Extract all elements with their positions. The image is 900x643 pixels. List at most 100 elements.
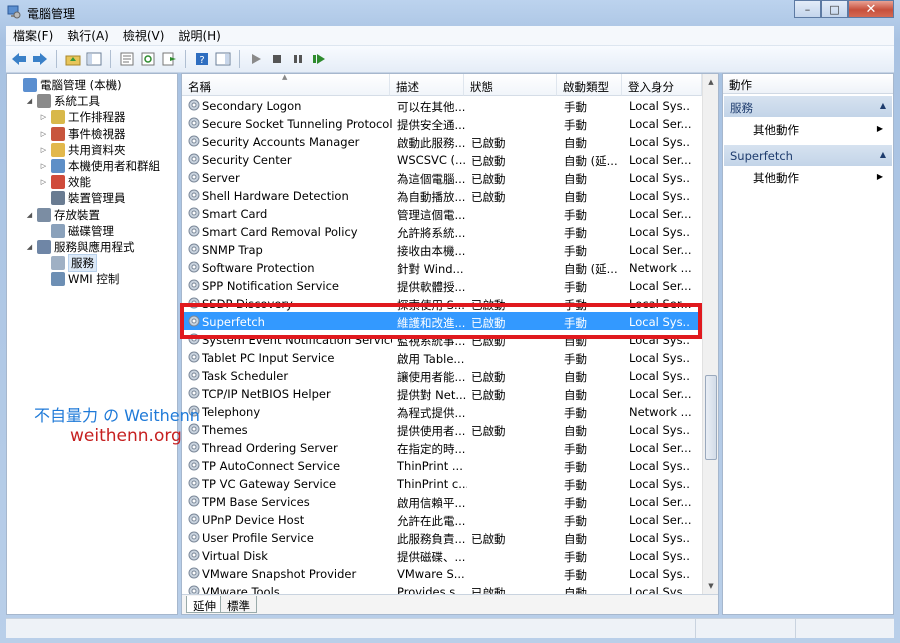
expand-arrow-icon[interactable]: ▷: [39, 178, 48, 186]
title-bar[interactable]: 電腦管理 – □ ✕: [0, 0, 900, 24]
menu-action[interactable]: 執行(A): [60, 27, 116, 44]
service-row[interactable]: Virtual Disk 提供磁碟、... 手動 Local Sys...: [182, 546, 702, 564]
show-hide-console-tree-icon[interactable]: [85, 50, 103, 68]
collapse-arrow-icon[interactable]: ◢: [25, 211, 34, 219]
services-apps-icon: [37, 240, 51, 254]
service-description: 接收由本機...: [397, 244, 466, 258]
service-row[interactable]: SNMP Trap 接收由本機... 手動 Local Ser...: [182, 240, 702, 258]
scroll-up-arrow-icon[interactable]: ▲: [703, 74, 718, 90]
collapse-arrow-icon[interactable]: ▲: [880, 101, 886, 110]
service-name: User Profile Service: [202, 531, 314, 545]
show-hide-action-pane-icon[interactable]: [214, 50, 232, 68]
menu-help[interactable]: 說明(H): [171, 27, 227, 44]
collapse-arrow-icon[interactable]: ◢: [25, 97, 34, 105]
stop-service-icon[interactable]: [268, 50, 286, 68]
expand-arrow-icon[interactable]: ▷: [39, 146, 48, 154]
tree-item[interactable]: WMI 控制: [39, 271, 119, 287]
column-header-name[interactable]: 名稱 ▲: [182, 74, 390, 96]
service-description: 在指定的時...: [397, 442, 466, 456]
service-row[interactable]: Telephony 為程式提供... 手動 Network ...: [182, 402, 702, 420]
service-row[interactable]: Security Accounts Manager 啟動此服務... 已啟動 自動 Lo…: [182, 132, 702, 150]
service-name: SPP Notification Service: [202, 279, 339, 293]
restart-service-icon[interactable]: [310, 50, 328, 68]
tree-item[interactable]: ◢ 存放裝置: [25, 207, 100, 223]
maximize-button[interactable]: □: [821, 0, 848, 18]
tree-item[interactable]: 裝置管理員: [39, 190, 126, 206]
service-row[interactable]: Smart Card Removal Policy 允許將系統... 手動 Local…: [182, 222, 702, 240]
tree-item[interactable]: 服務: [39, 254, 97, 273]
scroll-down-arrow-icon[interactable]: ▼: [703, 578, 718, 594]
refresh-icon[interactable]: [139, 50, 157, 68]
column-header-status[interactable]: 狀態: [464, 74, 557, 96]
service-log-on-as: Local Ser...: [629, 297, 691, 311]
service-row[interactable]: Task Scheduler 讓使用者能... 已啟動 自動 Local Sys...: [182, 366, 702, 384]
service-startup-type: 手動: [564, 514, 587, 528]
forward-arrow-icon[interactable]: [31, 50, 49, 68]
actions-section-services[interactable]: 服務 ▲: [724, 96, 892, 117]
menu-view[interactable]: 檢視(V): [116, 27, 172, 44]
more-actions-superfetch[interactable]: 其他動作: [753, 170, 799, 186]
column-header-startup-type[interactable]: 啟動類型: [557, 74, 622, 96]
expand-arrow-icon[interactable]: ▷: [39, 130, 48, 138]
window-title: 電腦管理: [27, 7, 76, 21]
service-row[interactable]: Secondary Logon 可以在其他... 手動 Local Sys...: [182, 96, 702, 114]
service-row[interactable]: Server 為這個電腦... 已啟動 自動 Local Sys...: [182, 168, 702, 186]
help-icon[interactable]: ?: [193, 50, 211, 68]
scrollbar-thumb[interactable]: [705, 375, 717, 460]
service-row[interactable]: TCP/IP NetBIOS Helper 提供對 Net... 已啟動 自動 Loca…: [182, 384, 702, 402]
up-folder-icon[interactable]: [64, 50, 82, 68]
service-row[interactable]: TP AutoConnect Service ThinPrint ... 手動 Loc…: [182, 456, 702, 474]
minimize-button[interactable]: –: [794, 0, 821, 18]
service-row[interactable]: UPnP Device Host 允許在此電... 手動 Local Ser...: [182, 510, 702, 528]
more-actions-services[interactable]: 其他動作: [753, 122, 799, 138]
start-service-icon[interactable]: [247, 50, 265, 68]
column-header-log-on-as[interactable]: 登入身分: [622, 74, 702, 96]
tab-standard[interactable]: 標準: [220, 596, 257, 613]
tree-item[interactable]: ▷ 共用資料夾: [39, 142, 126, 158]
back-arrow-icon[interactable]: [10, 50, 28, 68]
tab-extended[interactable]: 延伸: [186, 596, 223, 613]
tree-item-label: 共用資料夾: [68, 142, 126, 157]
actions-header: 動作: [723, 74, 893, 94]
service-name: TP AutoConnect Service: [202, 459, 341, 473]
tree-item[interactable]: ▷ 本機使用者和群組: [39, 158, 160, 174]
actions-section-superfetch[interactable]: Superfetch ▲: [724, 145, 892, 166]
service-row[interactable]: Superfetch 維護和改進... 已啟動 手動 Local Sys...: [182, 312, 702, 330]
service-row[interactable]: System Event Notification Service 監視系統事..…: [182, 330, 702, 348]
collapse-arrow-icon[interactable]: ◢: [25, 243, 34, 251]
service-row[interactable]: Tablet PC Input Service 啟用 Table... 手動 Loca…: [182, 348, 702, 366]
service-row[interactable]: Smart Card 管理這個電... 手動 Local Ser...: [182, 204, 702, 222]
tree-item[interactable]: 電腦管理 (本機): [11, 77, 122, 93]
service-row[interactable]: TP VC Gateway Service ThinPrint c... 手動 Loc…: [182, 474, 702, 492]
expand-arrow-icon[interactable]: ▷: [39, 113, 48, 121]
service-row[interactable]: TPM Base Services 啟用信賴平... 手動 Local Ser...: [182, 492, 702, 510]
service-row[interactable]: Security Center WSCSVC (... 已啟動 自動 (延... Loc…: [182, 150, 702, 168]
watermark-line1: 不自量力 の Weithenn: [34, 406, 200, 425]
tree-item[interactable]: ◢ 服務與應用程式: [25, 239, 135, 255]
tree-item[interactable]: ◢ 系統工具: [25, 93, 100, 109]
tree-item[interactable]: ▷ 事件檢視器: [39, 126, 126, 142]
service-gear-icon: [188, 369, 200, 381]
service-row[interactable]: VMware Snapshot Provider VMware S... 手動 Loc…: [182, 564, 702, 582]
service-row[interactable]: Software Protection 針對 Wind... 自動 (延... Net…: [182, 258, 702, 276]
menu-file[interactable]: 檔案(F): [6, 27, 60, 44]
close-button[interactable]: ✕: [848, 0, 894, 18]
service-row[interactable]: Thread Ordering Server 在指定的時... 手動 Local Se…: [182, 438, 702, 456]
tree-item[interactable]: ▷ 效能: [39, 174, 91, 190]
export-list-icon[interactable]: [160, 50, 178, 68]
pause-service-icon[interactable]: [289, 50, 307, 68]
service-row[interactable]: SSDP Discovery 探索使用 S... 已啟動 手動 Local Ser...: [182, 294, 702, 312]
expand-arrow-icon[interactable]: ▷: [39, 162, 48, 170]
service-startup-type: 手動: [564, 226, 587, 240]
tree-item[interactable]: 磁碟管理: [39, 223, 114, 239]
service-row[interactable]: Shell Hardware Detection 為自動播放... 已啟動 自動 Loc…: [182, 186, 702, 204]
service-row[interactable]: SPP Notification Service 提供軟體授... 手動 Local …: [182, 276, 702, 294]
service-row[interactable]: Themes 提供使用者... 已啟動 自動 Local Sys...: [182, 420, 702, 438]
properties-icon[interactable]: [118, 50, 136, 68]
service-row[interactable]: User Profile Service 此服務負責... 已啟動 自動 Local S…: [182, 528, 702, 546]
vertical-scrollbar[interactable]: ▲ ▼: [702, 74, 718, 594]
column-header-description[interactable]: 描述: [390, 74, 464, 96]
collapse-arrow-icon[interactable]: ▲: [880, 150, 886, 159]
service-row[interactable]: Secure Socket Tunneling Protocol S... 提供安…: [182, 114, 702, 132]
tree-item[interactable]: ▷ 工作排程器: [39, 109, 126, 125]
